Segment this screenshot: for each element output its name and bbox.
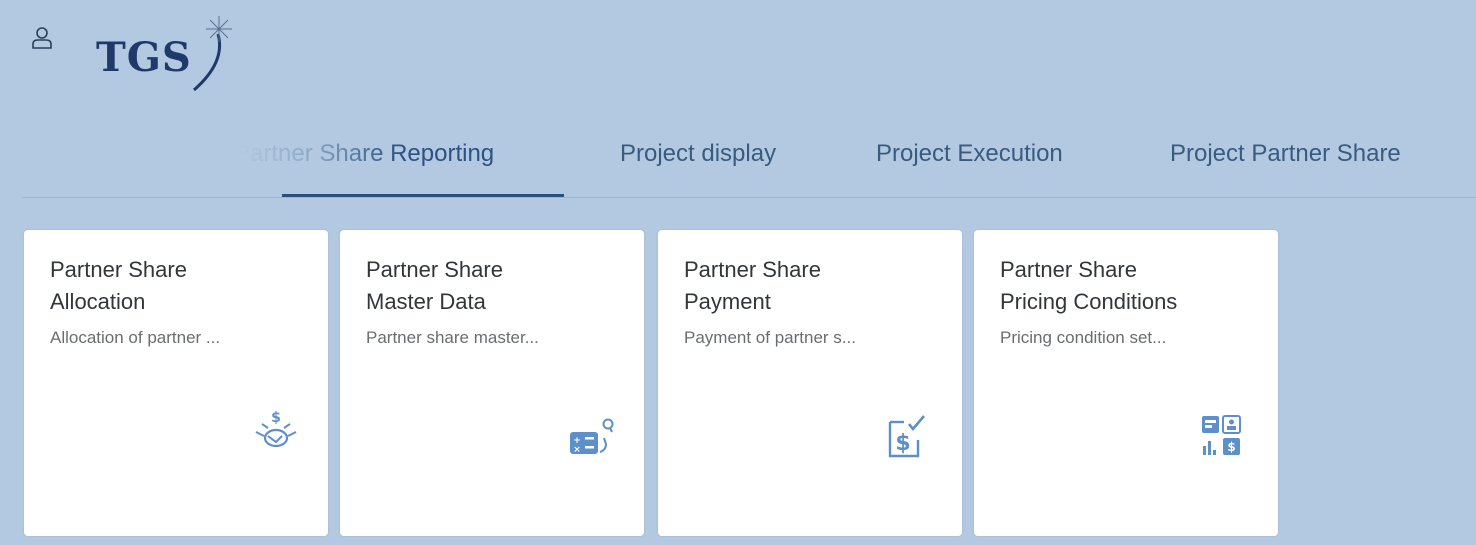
tile-title-line1: Partner Share — [366, 257, 503, 282]
tile-title-line2: Allocation — [50, 289, 146, 314]
svg-text:$: $ — [895, 431, 910, 456]
tab-project-display[interactable]: Project display — [620, 140, 776, 168]
tab-partner-share-reporting[interactable]: Partner Share Reporting — [234, 140, 494, 168]
tile-title-line1: Partner Share — [50, 257, 187, 282]
tile-partner-share-allocation[interactable]: Partner Share Allocation Allocation of p… — [24, 230, 328, 536]
tile-subtitle: Pricing condition set... — [1000, 328, 1167, 347]
svg-text:$: $ — [271, 410, 281, 426]
calculator-search-icon: + × — [570, 418, 614, 455]
tab-project-execution[interactable]: Project Execution — [876, 140, 1063, 168]
tile-title: Partner Share Master Data — [366, 254, 626, 318]
tile-title-line2: Pricing Conditions — [1000, 289, 1178, 314]
tile-subtitle: Partner share master... — [366, 328, 539, 347]
tile-title-line2: Payment — [684, 289, 771, 314]
svg-text:$: $ — [1227, 440, 1235, 454]
tile-title: Partner Share Payment — [684, 254, 944, 318]
tile-partner-share-pricing-conditions[interactable]: Partner Share Pricing Conditions Pricing… — [974, 230, 1278, 536]
tile-title: Partner Share Pricing Conditions — [1000, 254, 1260, 318]
dollar-document-check-icon: $ — [888, 415, 925, 458]
tile-title-line1: Partner Share — [684, 257, 821, 282]
tile-subtitle: Allocation of partner ... — [50, 328, 221, 347]
shell-header: TGS — [0, 0, 1476, 110]
pricing-dashboard-icon: $ — [1202, 415, 1241, 455]
svg-text:×: × — [573, 445, 581, 455]
tile-partner-share-master-data[interactable]: Partner Share Master Data Partner share … — [340, 230, 644, 536]
tile-partner-share-payment[interactable]: Partner Share Payment Payment of partner… — [658, 230, 962, 536]
company-logo[interactable]: TGS — [96, 12, 256, 92]
tile-title-line2: Master Data — [366, 289, 486, 314]
tab-bar: Partner Share Reporting Project display … — [0, 110, 1476, 200]
tile-title-line1: Partner Share — [1000, 257, 1137, 282]
tab-project-partner-share[interactable]: Project Partner Share — [1170, 140, 1401, 168]
tile-subtitle: Payment of partner s... — [684, 328, 856, 347]
logo-text: TGS — [96, 34, 192, 81]
person-icon[interactable] — [30, 26, 54, 50]
logo-swoosh-icon — [193, 16, 232, 92]
tile-title: Partner Share Allocation — [50, 254, 310, 318]
tab-divider — [22, 197, 1476, 198]
handshake-dollar-icon: $ — [255, 410, 297, 448]
